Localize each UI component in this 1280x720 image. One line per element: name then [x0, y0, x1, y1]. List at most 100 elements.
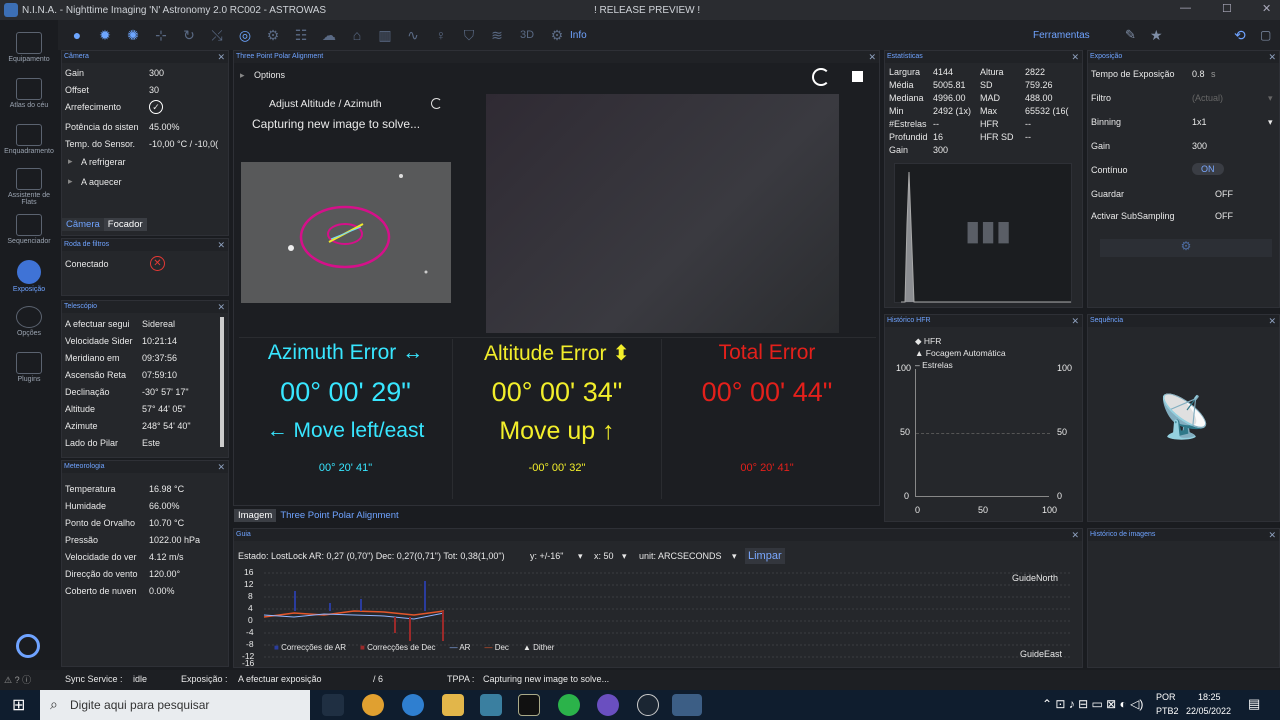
close-window-button[interactable]: ✕ [1262, 2, 1271, 15]
nav-plugins[interactable]: Plugins [0, 352, 58, 383]
close-icon[interactable]: ✕ [1268, 315, 1276, 327]
close-icon[interactable]: ✕ [217, 301, 225, 313]
close-icon[interactable]: ✕ [217, 461, 225, 473]
stop-button[interactable] [852, 71, 863, 82]
nav-atlas[interactable]: Atlas do céu [0, 78, 58, 109]
y-scale-select[interactable]: y: +/-16" [530, 551, 563, 561]
chart-icon[interactable]: ▥ [374, 24, 396, 46]
y-tick: 50 [900, 427, 911, 437]
tab-focuser[interactable]: Focador [103, 218, 147, 231]
close-icon[interactable]: ✕ [1268, 529, 1276, 541]
mount-icon[interactable]: ⤯ [206, 24, 228, 46]
app-icon[interactable] [637, 694, 659, 716]
task-view-icon[interactable] [322, 694, 344, 716]
shield-icon[interactable]: ⛉ [458, 24, 480, 46]
close-icon[interactable]: ✕ [1071, 529, 1079, 541]
start-exposure-button[interactable]: ⚙ [1100, 239, 1272, 257]
kv-value: 10.70 °C [149, 518, 185, 528]
clock-date[interactable]: 22/05/2022 [1186, 706, 1231, 716]
continuous-toggle[interactable]: ON [1192, 163, 1224, 175]
nav-flats[interactable]: Assistente de Flats [0, 168, 58, 206]
chrome-icon[interactable] [362, 694, 384, 716]
nav-equipamento[interactable]: Equipamento [0, 32, 58, 63]
taskbar-search-input[interactable]: Digite aqui para pesquisar [40, 690, 310, 720]
sliders-icon[interactable]: ☷ [290, 24, 312, 46]
save-toggle[interactable]: OFF [1215, 189, 1233, 199]
clock-time[interactable]: 18:25 [1198, 692, 1221, 702]
subsampling-toggle[interactable]: OFF [1215, 211, 1233, 221]
expand-icon[interactable]: ▸ [68, 176, 73, 187]
power-icon[interactable] [16, 634, 40, 658]
panel-title: Three Point Polar Alignment [236, 53, 324, 60]
tools-label[interactable]: Ferramentas [1033, 30, 1090, 41]
gear-icon[interactable]: ⚙ [546, 24, 568, 46]
tray-icons[interactable]: ⌃ ⊡ ♪ ⊟ ▭ ⊠ ◐ ◁) [1042, 697, 1143, 711]
history-icon[interactable]: ⟲ [1234, 27, 1246, 44]
layers-icon[interactable]: ≋ [486, 24, 508, 46]
binning-select[interactable]: 1x1 [1192, 117, 1207, 127]
stat-value: 5005.81 [933, 80, 966, 90]
notifications-icon[interactable]: ▤ [1248, 696, 1260, 712]
nav-exposicao[interactable]: Exposição [0, 260, 58, 293]
hfr-plot-area [915, 369, 1050, 497]
maximize-button[interactable]: ☐ [1222, 2, 1232, 15]
close-icon[interactable]: ✕ [217, 239, 225, 251]
wave-icon[interactable]: ∿ [402, 24, 424, 46]
dome-icon[interactable]: ⌂ [346, 24, 368, 46]
expand-icon[interactable]: ▸ [68, 156, 73, 167]
warm-button[interactable]: A aquecer [81, 177, 122, 187]
switch-icon[interactable]: ⚙ [262, 24, 284, 46]
tab-tppa[interactable]: Three Point Polar Alignment [276, 509, 402, 522]
nina-taskbar-icon[interactable] [672, 694, 702, 716]
telescope-scrollbar[interactable] [220, 317, 224, 447]
keyboard-layout-label[interactable]: PTB2 [1156, 706, 1179, 716]
notification-icon[interactable]: ⚠ ? ⓘ [4, 673, 31, 686]
filter-wheel-icon[interactable]: ✹ [94, 24, 116, 46]
app-icon[interactable] [480, 694, 502, 716]
y-tick-right: 100 [1057, 363, 1073, 373]
language-label[interactable]: POR [1156, 692, 1176, 702]
close-icon[interactable]: ✕ [1268, 51, 1276, 63]
panel-header: Meteorologia ✕ [62, 461, 228, 473]
threed-label[interactable]: 3D [514, 24, 540, 46]
edge-icon[interactable] [402, 694, 424, 716]
camera-connect-icon[interactable]: ● [66, 24, 88, 46]
rotator-icon[interactable]: ↻ [178, 24, 200, 46]
weather-icon[interactable]: ☁ [318, 24, 340, 46]
guider-icon[interactable]: ◎ [234, 24, 256, 46]
nav-opcoes[interactable]: Opções [0, 306, 58, 337]
filter-select[interactable]: (Actual) [1192, 93, 1223, 103]
info-tab[interactable]: Info [570, 30, 587, 41]
nav-enquadramento[interactable]: Enquadramento [0, 124, 58, 155]
focuser-icon[interactable]: ⊹ [150, 24, 172, 46]
file-explorer-icon[interactable] [442, 694, 464, 716]
flats-icon[interactable]: ✎ [1125, 27, 1136, 43]
app-icon[interactable] [518, 694, 540, 716]
cool-button[interactable]: A refrigerar [81, 157, 126, 167]
y-tick: 0 [904, 491, 910, 501]
gain-input[interactable]: 300 [1192, 141, 1207, 151]
clear-button[interactable]: Limpar [745, 548, 785, 564]
telescope-icon[interactable]: ✺ [122, 24, 144, 46]
exposure-time-input[interactable]: 0.8 [1192, 69, 1205, 79]
stat-label: Gain [889, 145, 909, 155]
options-toggle[interactable]: Options [254, 70, 285, 80]
bulb-icon[interactable]: ♀ [430, 24, 452, 46]
window-layout-icon[interactable]: ▢ [1260, 28, 1271, 42]
tab-imagem[interactable]: Imagem [234, 509, 277, 522]
options-expand-icon[interactable]: ▸ [240, 70, 245, 81]
windows-start-icon[interactable]: ⊞ [12, 695, 25, 715]
altitude-error-value: 00° 00' 34" [491, 377, 623, 407]
x-scale-select[interactable]: x: 50 [594, 551, 614, 561]
star-icon[interactable]: ★ [1150, 27, 1163, 44]
close-icon[interactable]: ✕ [1071, 51, 1079, 63]
close-icon[interactable]: ✕ [1071, 315, 1079, 327]
unit-select[interactable]: unit: ARCSECONDS [639, 551, 722, 561]
close-icon[interactable]: ✕ [217, 51, 225, 63]
app-icon[interactable] [558, 694, 580, 716]
tab-camera[interactable]: Câmera [62, 218, 104, 231]
close-icon[interactable]: ✕ [868, 51, 876, 63]
minimize-button[interactable]: — [1180, 2, 1191, 14]
app-icon[interactable] [597, 694, 619, 716]
nav-sequenciador[interactable]: Sequenciador [0, 214, 58, 245]
